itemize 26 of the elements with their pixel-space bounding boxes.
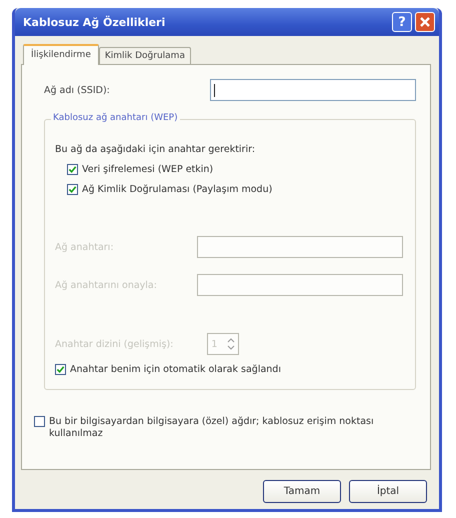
checkbox-box[interactable] [55,364,66,375]
close-button[interactable] [415,12,435,32]
field-label: Ağ adı (SSID): [44,84,110,96]
help-button[interactable]: ? [392,12,412,32]
spin-arrows-icon [227,336,236,352]
dialog-button[interactable]: İptal [349,480,427,503]
field-label: Ağ anahtarını onayla: [55,280,157,290]
checkbox-label: Ağ Kimlik Doğrulaması (Paylaşım modu) [82,184,272,195]
group-title: Kablosuz ağ anahtarı (WEP) [51,113,180,123]
checkbox-box[interactable] [67,184,78,195]
checkbox[interactable]: Ağ Kimlik Doğrulaması (Paylaşım modu) [67,184,403,195]
input-field[interactable] [210,79,416,101]
tab[interactable]: Kimlik Doğrulama [98,47,191,64]
checkbox[interactable]: Anahtar benim için otomatik olarak sağlandı [55,364,403,375]
intro-text: Bu ağ da aşağıdaki için anahtar gerektirir: [55,144,256,155]
field-label: Anahtar dizini (gelişmiş): [55,338,174,350]
checkbox-box[interactable] [34,416,45,427]
close-icon [419,16,431,28]
dialog-button[interactable]: Tamam [263,480,341,503]
checkbox-label: Veri şifrelemesi (WEP etkin) [82,164,214,175]
tab[interactable]: İlişkilendirme [23,44,99,65]
checkbox-box[interactable] [67,164,78,175]
checkbox[interactable]: Veri şifrelemesi (WEP etkin) [67,164,403,175]
checkbox-label: Anahtar benim için otomatik olarak sağlandı [70,364,281,375]
window-title: Kablosuz Ağ Özellikleri [23,16,166,28]
field-label: Ağ anahtarı: [55,242,114,252]
